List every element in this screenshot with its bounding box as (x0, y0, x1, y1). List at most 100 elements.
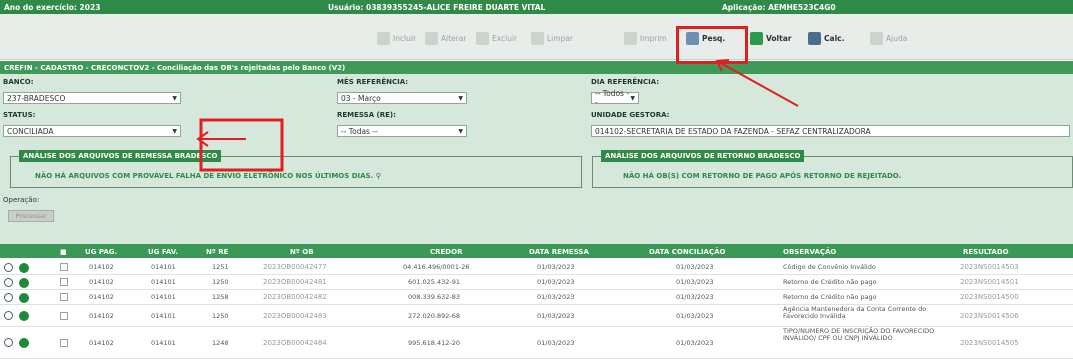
cell-re: 1251 (212, 263, 229, 271)
cell-ob[interactable]: 2023OB00042482 (263, 293, 327, 301)
dia-select[interactable]: -- Todos -- ▼ (591, 89, 639, 107)
incluir-button[interactable]: Incluir (377, 30, 416, 46)
top-status-bar: Ano do exercício: 2023 Usuário: 03839355… (0, 0, 1073, 14)
annotation-highlight-box (676, 26, 748, 64)
application-text: Aplicação: AEMHE523C4G0 (722, 3, 836, 12)
table-row[interactable]: 014102 014101 1258 2023OB00042482 008.33… (0, 290, 1073, 305)
chevron-down-icon: ▼ (630, 94, 635, 102)
chevron-down-icon: ▼ (458, 94, 463, 102)
gestora-select[interactable]: 014102-SECRETARIA DE ESTADO DA FAZENDA -… (591, 125, 1070, 137)
cell-re: 1258 (212, 293, 229, 301)
check-circle-icon[interactable] (19, 311, 29, 321)
processar-button[interactable]: Processar (8, 210, 54, 222)
cell-observacao: Código de Convênio Inválido (783, 263, 876, 271)
cell-resultado[interactable]: 2023NS0014506 (960, 312, 1019, 320)
imprimir-button[interactable]: Imprim (624, 30, 667, 46)
check-circle-icon[interactable] (19, 278, 29, 288)
table-row[interactable]: 014102 014101 1248 2023OB00042484 995.61… (0, 327, 1073, 359)
ajuda-button[interactable]: Ajuda (870, 30, 907, 46)
cell-ug-fav: 014101 (151, 263, 176, 271)
cell-resultado[interactable]: 2023NS0014503 (960, 263, 1019, 271)
cell-ug-pag: 014102 (89, 312, 114, 320)
cell-ug-pag: 014102 (89, 263, 114, 271)
select-all-checkbox[interactable]: ■ (60, 248, 67, 256)
col-observacao: OBSERVAÇÃO (783, 248, 837, 256)
col-ug-pag: UG PAG. (85, 248, 118, 256)
remessa-value: -- Todas -- (341, 126, 378, 136)
excluir-button[interactable]: Excluir (476, 30, 517, 46)
help-icon (870, 31, 883, 45)
cell-ob[interactable]: 2023OB00042481 (263, 278, 327, 286)
check-circle-icon[interactable] (19, 293, 29, 303)
banco-select[interactable]: 237-BRADESCO ▼ (3, 92, 181, 104)
alterar-button[interactable]: Alterar (425, 30, 467, 46)
cell-ug-fav: 014101 (151, 312, 176, 320)
print-icon (624, 31, 637, 45)
cell-ug-fav: 014101 (151, 278, 176, 286)
incluir-label: Incluir (393, 33, 417, 43)
cell-credor: 008.339.632-83 (408, 293, 460, 301)
remessa-analysis-panel: ANÁLISE DOS ARQUIVOS DE REMESSA BRADESCO… (10, 150, 582, 188)
check-circle-icon[interactable] (19, 338, 29, 348)
table-row[interactable]: 014102 014101 1250 2023OB00042483 272.02… (0, 305, 1073, 327)
limpar-button[interactable]: Limpar (531, 30, 573, 46)
mes-value: 03 - Março (341, 93, 381, 103)
voltar-button[interactable]: Voltar (750, 30, 791, 46)
add-icon (377, 31, 390, 45)
cell-data-conciliacao: 01/03/2023 (676, 263, 714, 271)
calc-label: Calc. (824, 33, 845, 43)
view-icon[interactable] (4, 263, 13, 272)
col-ob: Nº OB (290, 248, 314, 256)
cell-observacao: TIPO/NUMERO DE INSCRIÇÃO DO FAVORECIDO I… (783, 327, 935, 342)
remessa-select[interactable]: -- Todas -- ▼ (337, 125, 467, 137)
cell-data-conciliacao: 01/03/2023 (676, 339, 714, 347)
cell-data-remessa: 01/03/2023 (537, 278, 575, 286)
gestora-value: 014102-SECRETARIA DE ESTADO DA FAZENDA -… (595, 126, 871, 136)
cell-resultado[interactable]: 2023NS0014500 (960, 293, 1019, 301)
row-checkbox[interactable] (60, 278, 68, 286)
mes-select[interactable]: 03 - Março ▼ (337, 92, 467, 104)
cell-resultado[interactable]: 2023NS0014505 (960, 339, 1019, 347)
cell-credor: 601.025.432-91 (408, 278, 460, 286)
view-icon[interactable] (4, 293, 13, 302)
cell-credor: 995.618.412-20 (408, 339, 460, 347)
dia-value: -- Todos -- (595, 89, 630, 107)
table-header: ■ UG PAG. UG FAV. Nº RE Nº OB CREDOR DAT… (0, 244, 1073, 258)
cell-data-remessa: 01/03/2023 (537, 339, 575, 347)
col-data-conciliacao: DATA CONCILIAÇÃO (649, 248, 726, 256)
cell-observacao: Retorno de Crédito não pago (783, 278, 877, 286)
remessa-panel-title: ANÁLISE DOS ARQUIVOS DE REMESSA BRADESCO (19, 150, 222, 162)
delete-icon (476, 31, 489, 45)
status-select[interactable]: CONCILIADA ▼ (3, 125, 181, 137)
retorno-panel-message: NÃO HÁ OB(S) COM RETORNO DE PAGO APÓS RE… (623, 172, 902, 180)
cell-ob[interactable]: 2023OB00042484 (263, 339, 327, 347)
table-row[interactable]: 014102 014101 1250 2023OB00042481 601.02… (0, 275, 1073, 290)
cell-data-remessa: 01/03/2023 (537, 293, 575, 301)
magnifier-icon[interactable]: ⚲ (376, 172, 381, 180)
user-text: Usuário: 03839355245-ALICE FREIRE DUARTE… (328, 3, 546, 12)
cell-resultado[interactable]: 2023NS0014501 (960, 278, 1019, 286)
view-icon[interactable] (4, 311, 13, 320)
row-checkbox[interactable] (60, 293, 68, 301)
chevron-down-icon: ▼ (172, 127, 177, 135)
table-row[interactable]: 014102 014101 1251 2023OB00042477 04.416… (0, 260, 1073, 275)
view-icon[interactable] (4, 338, 13, 347)
col-data-remessa: DATA REMESSA (529, 248, 589, 256)
status-label: STATUS: (3, 111, 36, 119)
row-checkbox[interactable] (60, 339, 68, 347)
cell-credor: 04.416.496/0001-26 (403, 263, 470, 271)
cell-ob[interactable]: 2023OB00042483 (263, 312, 327, 320)
mes-label: MÊS REFERÊNCIA: (337, 78, 409, 86)
toolbar: Incluir Alterar Excluir Limpar Imprim Pe… (0, 14, 1073, 60)
status-value: CONCILIADA (7, 126, 54, 136)
check-circle-icon[interactable] (19, 263, 29, 273)
calc-button[interactable]: Calc. (808, 30, 844, 46)
cell-ob[interactable]: 2023OB00042477 (263, 263, 327, 271)
col-ug-fav: UG FAV. (148, 248, 178, 256)
remessa-message-text: NÃO HÁ ARQUIVOS COM PROVÁVEL FALHA DE EN… (35, 172, 374, 180)
row-checkbox[interactable] (60, 312, 68, 320)
view-icon[interactable] (4, 278, 13, 287)
row-checkbox[interactable] (60, 263, 68, 271)
imprimir-label: Imprim (640, 33, 667, 43)
filter-form: BANCO: 237-BRADESCO ▼ MÊS REFERÊNCIA: 03 … (0, 74, 1073, 244)
